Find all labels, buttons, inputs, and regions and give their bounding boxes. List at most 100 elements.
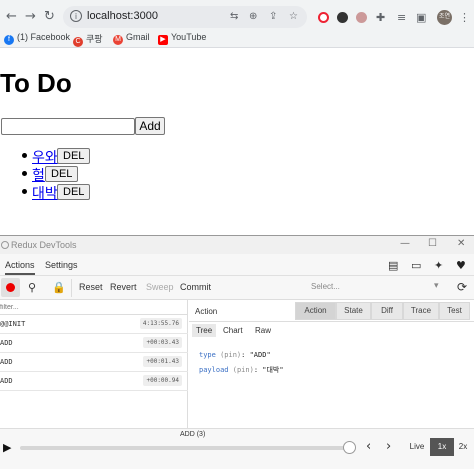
- browser-chrome: ← → ↻ i localhost:3000 ⇆ ⊕ ⇪ ☆ ✚ ≡ ▣ 조연 …: [0, 0, 474, 48]
- chevron-left-icon[interactable]: ‹: [366, 439, 371, 454]
- action-list-item[interactable]: ADD +00:01.43: [0, 353, 188, 372]
- speed-live[interactable]: Live: [405, 438, 429, 456]
- extension-dark-icon[interactable]: [337, 12, 348, 23]
- action-name: @@INIT: [0, 320, 26, 328]
- coupang-icon: C: [73, 37, 83, 47]
- tree-row: payload (pin): "대박": [199, 365, 284, 375]
- tree-value: : "ADD": [241, 351, 271, 359]
- subtab-chart[interactable]: Chart: [223, 326, 243, 335]
- add-button[interactable]: Add: [135, 117, 165, 135]
- subtab-tree[interactable]: Tree: [192, 324, 217, 337]
- segment-trace[interactable]: Trace: [403, 302, 439, 320]
- redux-logo-icon: [1, 241, 9, 249]
- bookmark-label: (1) Facebook: [17, 32, 71, 42]
- delete-button[interactable]: DEL: [45, 166, 79, 182]
- todo-link[interactable]: 대박: [32, 183, 58, 203]
- todo-link[interactable]: 헐: [32, 165, 45, 185]
- detail-subtabs: Tree Chart Raw: [189, 323, 474, 340]
- bookmarks-bar: f (1) Facebook C 쿠팡 M Gmail ▶ YouTube: [0, 31, 474, 47]
- browser-toolbar: ← → ↻ i localhost:3000 ⇆ ⊕ ⇪ ☆ ✚ ≡ ▣ 조연 …: [0, 6, 474, 28]
- translate-icon[interactable]: ⇆: [230, 11, 238, 22]
- bookmark-facebook[interactable]: f (1) Facebook: [4, 32, 70, 45]
- play-icon[interactable]: ▶: [3, 441, 11, 454]
- reset-button[interactable]: Reset: [79, 282, 103, 292]
- todo-item: 우와 DEL: [0, 147, 200, 167]
- pin-window-icon[interactable]: ▭: [411, 259, 421, 272]
- heart-icon[interactable]: ♥: [456, 259, 466, 272]
- tab-settings[interactable]: Settings: [45, 260, 78, 270]
- pin-icon[interactable]: ⚲: [28, 281, 36, 294]
- bullet-icon: [22, 171, 27, 176]
- delete-button[interactable]: DEL: [57, 184, 91, 200]
- chevron-right-icon[interactable]: ›: [386, 439, 391, 454]
- chevron-down-icon[interactable]: ▾: [434, 281, 439, 291]
- todo-link[interactable]: 우와: [32, 147, 58, 167]
- tree-key: type: [199, 351, 216, 359]
- slider-track[interactable]: [20, 446, 350, 450]
- sweep-button[interactable]: Sweep: [146, 282, 174, 292]
- delete-button[interactable]: DEL: [57, 148, 91, 164]
- todo-page: To Do Add 우와 DEL 헐 DEL 대박 DEL: [0, 49, 474, 235]
- bookmark-label: 쿠팡: [86, 34, 103, 44]
- star-icon[interactable]: ☆: [289, 11, 298, 22]
- maximize-icon[interactable]: ☐: [428, 238, 437, 249]
- action-timestamp: +00:01.43: [143, 356, 182, 367]
- filter-input[interactable]: [0, 301, 180, 313]
- sidepanel-icon[interactable]: ▣: [416, 11, 426, 24]
- action-list-item[interactable]: ADD +00:03.43: [0, 334, 188, 353]
- speed-2x[interactable]: 2x: [451, 438, 474, 456]
- extension-red-icon[interactable]: [318, 12, 329, 23]
- segment-state[interactable]: State: [336, 302, 371, 320]
- bookmark-label: YouTube: [171, 32, 207, 42]
- toolbar-divider: [71, 279, 72, 297]
- todo-item: 헐 DEL: [0, 165, 200, 185]
- profile-avatar[interactable]: 조연: [437, 10, 452, 25]
- todo-input[interactable]: [1, 118, 135, 135]
- bookmark-coupang[interactable]: C 쿠팡: [73, 32, 103, 47]
- minimize-icon[interactable]: —: [400, 238, 410, 249]
- address-bar[interactable]: i localhost:3000 ⇆ ⊕ ⇪ ☆: [63, 6, 307, 28]
- tab-actions[interactable]: Actions: [5, 260, 35, 275]
- address-url: localhost:3000: [87, 10, 158, 22]
- revert-button[interactable]: Revert: [110, 282, 137, 292]
- action-timestamp: +00:03.43: [143, 337, 182, 348]
- subtab-raw[interactable]: Raw: [255, 326, 271, 335]
- layout-icon[interactable]: ▤: [388, 259, 398, 272]
- menu-icon[interactable]: ⋮: [459, 11, 470, 24]
- record-button[interactable]: [1, 278, 20, 297]
- puzzle-icon[interactable]: ✚: [376, 11, 385, 24]
- sync-icon[interactable]: ⟳: [457, 280, 467, 294]
- action-timestamp: +00:00.94: [143, 375, 182, 386]
- commit-button[interactable]: Commit: [180, 282, 211, 292]
- extension-pink-icon[interactable]: [356, 12, 367, 23]
- back-arrow-icon[interactable]: ←: [6, 9, 17, 24]
- share-icon[interactable]: ⇪: [269, 11, 277, 22]
- tree-pin[interactable]: (pin): [233, 366, 254, 374]
- twitter-icon[interactable]: ✦: [434, 259, 443, 272]
- bookmark-youtube[interactable]: ▶ YouTube: [158, 32, 206, 45]
- site-info-icon[interactable]: i: [70, 10, 82, 22]
- segment-test[interactable]: Test: [439, 302, 470, 320]
- todo-list: 우와 DEL 헐 DEL 대박 DEL: [0, 147, 200, 203]
- filter-bar: [0, 300, 188, 315]
- action-detail-pane: Action Action State Diff Trace Test Tree…: [189, 300, 474, 428]
- slider-handle[interactable]: [343, 441, 356, 454]
- detail-label: Action: [195, 307, 218, 316]
- time-travel-slider-bar: ▶ ADD (3) ‹ › Live 1x 2x: [0, 428, 474, 469]
- action-list-item[interactable]: @@INIT 4:13:55.76: [0, 315, 188, 334]
- bookmark-gmail[interactable]: M Gmail: [113, 32, 150, 45]
- segment-diff[interactable]: Diff: [371, 302, 403, 320]
- tree-pin[interactable]: (pin): [220, 351, 241, 359]
- action-list-pane: @@INIT 4:13:55.76 ADD +00:03.43 ADD +00:…: [0, 300, 188, 428]
- instance-select[interactable]: Select...: [311, 282, 340, 291]
- bookmark-label: Gmail: [126, 32, 150, 42]
- close-icon[interactable]: ✕: [457, 238, 465, 249]
- bullet-icon: [22, 153, 27, 158]
- lock-icon[interactable]: 🔒: [52, 281, 66, 294]
- segment-action[interactable]: Action: [295, 302, 336, 320]
- media-icon[interactable]: ≡: [397, 11, 406, 24]
- action-list-item[interactable]: ADD +00:00.94: [0, 372, 188, 391]
- reload-icon[interactable]: ↻: [44, 9, 55, 24]
- forward-arrow-icon[interactable]: →: [25, 9, 36, 24]
- zoom-icon[interactable]: ⊕: [249, 11, 257, 22]
